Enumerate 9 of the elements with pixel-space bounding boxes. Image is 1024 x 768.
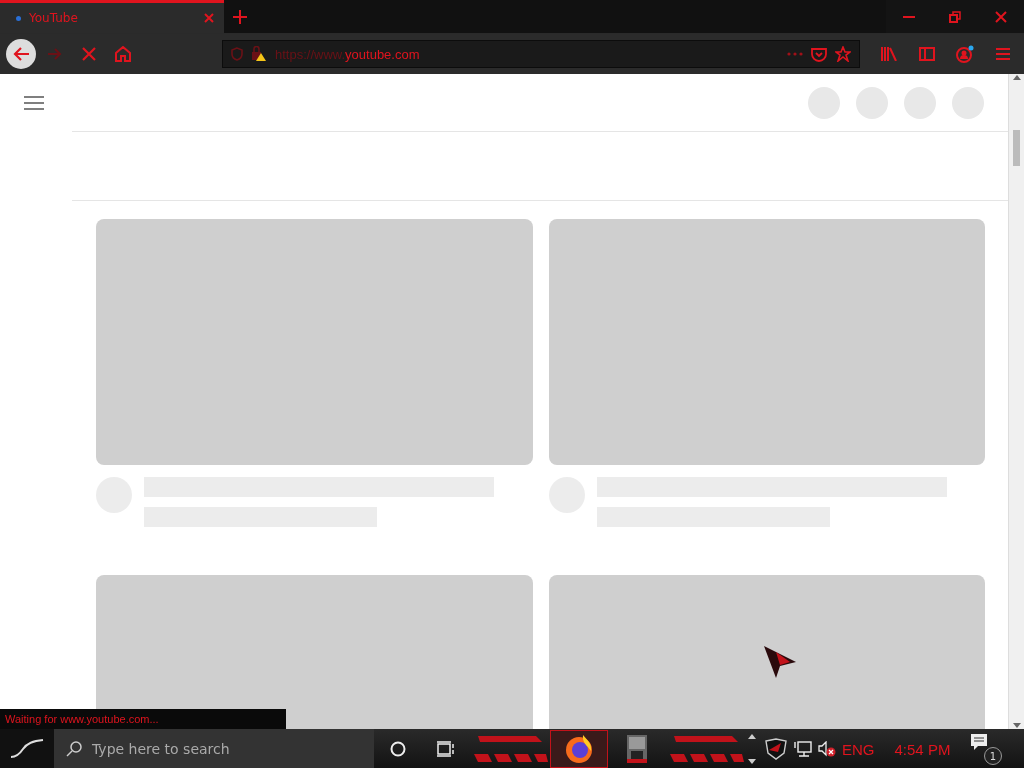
status-text: Waiting for www.youtube.com...: [0, 709, 286, 729]
search-placeholder: Type here to search: [92, 741, 230, 757]
url-text[interactable]: https://www.youtube.com: [275, 46, 779, 62]
taskbar-search-field[interactable]: Type here to search: [54, 729, 374, 768]
browser-tab[interactable]: YouTube: [0, 0, 224, 33]
notification-button[interactable]: 1: [970, 733, 1002, 765]
language-indicator[interactable]: ENG: [842, 740, 875, 758]
clock-time[interactable]: 4:54 PM: [894, 740, 951, 758]
address-bar[interactable]: https://www.youtube.com: [222, 40, 860, 68]
